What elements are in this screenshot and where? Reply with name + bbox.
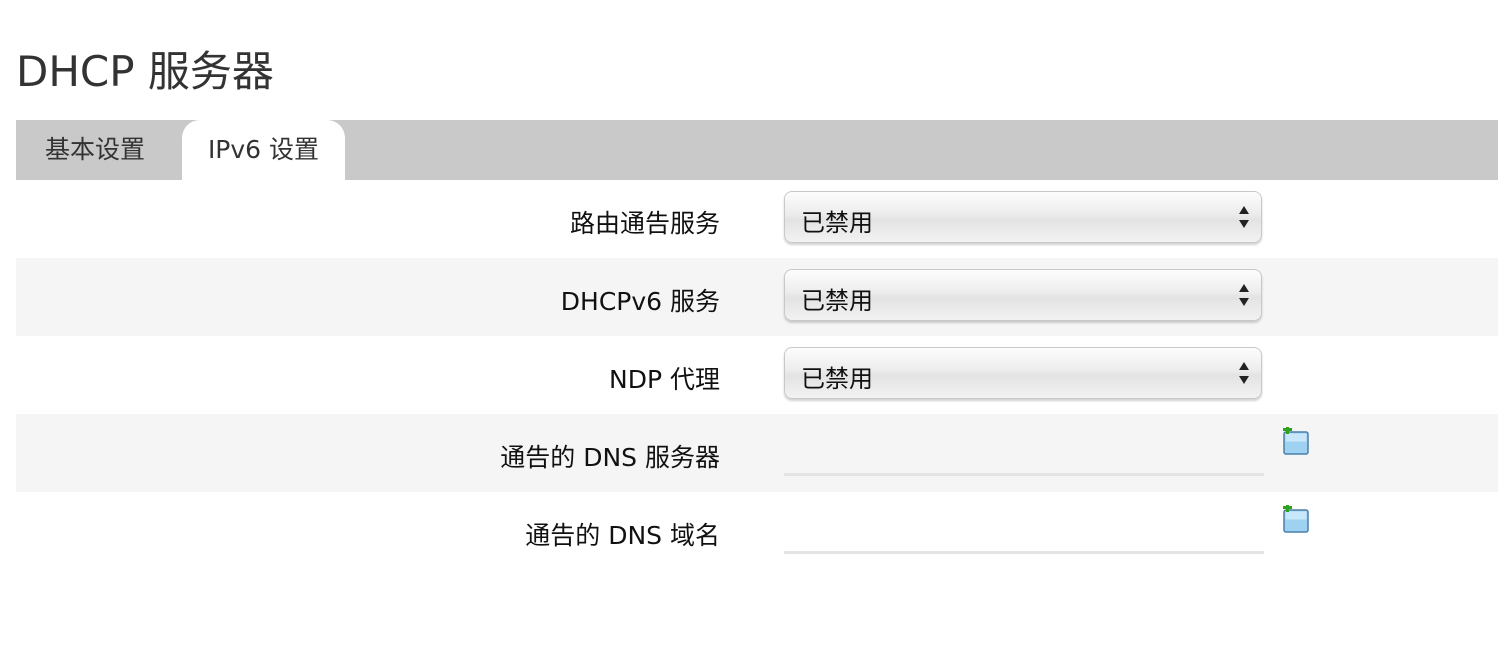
up-down-arrows-icon xyxy=(1239,362,1249,384)
dhcpv6-service-select[interactable]: 已禁用 xyxy=(784,269,1262,321)
dhcpv6-service-value: 已禁用 xyxy=(801,287,873,315)
tab-ipv6-settings[interactable]: IPv6 设置 xyxy=(182,120,345,180)
form-row-ndp-proxy: NDP 代理 已禁用 xyxy=(16,336,1498,414)
ndp-proxy-select[interactable]: 已禁用 xyxy=(784,347,1262,399)
settings-form: 路由通告服务 已禁用 DHCPv6 服务 已禁用 NDP 代理 已禁用 通告的 … xyxy=(16,180,1498,570)
ra-service-label: 路由通告服务 xyxy=(569,209,720,238)
add-entry-icon[interactable] xyxy=(1281,505,1311,535)
page-title: DHCP 服务器 xyxy=(16,47,274,96)
form-row-ra-service: 路由通告服务 已禁用 xyxy=(16,180,1498,258)
ra-service-select[interactable]: 已禁用 xyxy=(784,191,1262,243)
dhcpv6-service-label: DHCPv6 服务 xyxy=(560,287,720,316)
up-down-arrows-icon xyxy=(1239,206,1249,228)
up-down-arrows-icon xyxy=(1239,284,1249,306)
ndp-proxy-value: 已禁用 xyxy=(801,365,873,393)
dns-domains-label: 通告的 DNS 域名 xyxy=(525,521,720,550)
tab-bar: 基本设置 IPv6 设置 xyxy=(16,120,1498,180)
dns-servers-label: 通告的 DNS 服务器 xyxy=(500,443,720,472)
dns-domains-input[interactable] xyxy=(784,514,1264,554)
ra-service-value: 已禁用 xyxy=(801,209,873,237)
dns-servers-input[interactable] xyxy=(784,436,1264,476)
add-entry-icon[interactable] xyxy=(1281,427,1311,457)
form-row-dns-domains: 通告的 DNS 域名 xyxy=(16,492,1498,570)
form-row-dns-servers: 通告的 DNS 服务器 xyxy=(16,414,1498,492)
tab-basic-settings[interactable]: 基本设置 xyxy=(16,120,174,180)
form-row-dhcpv6-service: DHCPv6 服务 已禁用 xyxy=(16,258,1498,336)
ndp-proxy-label: NDP 代理 xyxy=(609,365,720,394)
